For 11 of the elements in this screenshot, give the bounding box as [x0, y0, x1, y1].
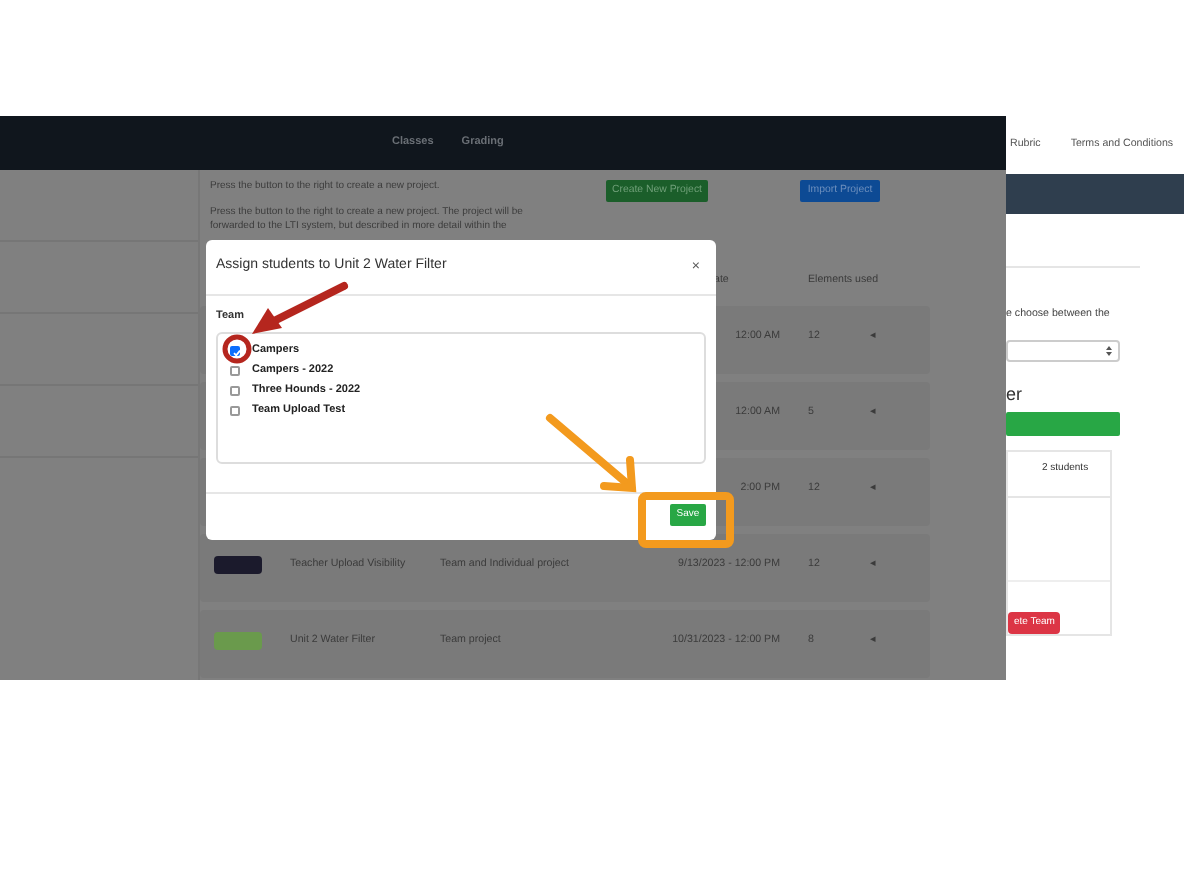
highlight-circle [222, 334, 252, 364]
highlight-frame [638, 492, 734, 548]
section-heading: er [1006, 384, 1023, 404]
annotation-arrow [546, 414, 637, 493]
annotation-arrow [252, 282, 348, 334]
checkbox[interactable] [230, 385, 240, 395]
checkbox[interactable] [230, 345, 240, 355]
select-field[interactable] [1006, 340, 1120, 362]
checkbox[interactable] [230, 365, 240, 375]
sort-arrows-icon [1106, 346, 1112, 356]
checkbox[interactable] [230, 405, 240, 415]
